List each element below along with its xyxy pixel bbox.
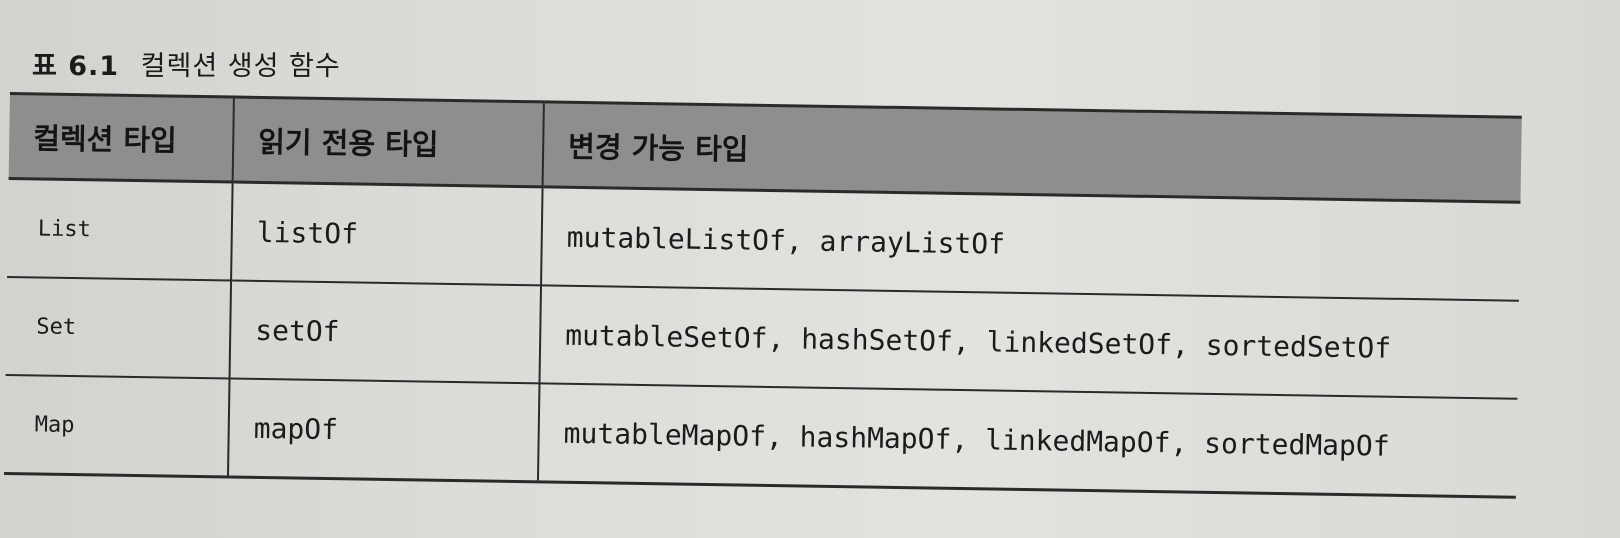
collection-functions-table: 컬렉션 타입 읽기 전용 타입 변경 가능 타입 List listOf mut… [4, 92, 1522, 499]
mutable-functions-cell: mutableSetOf, hashSetOf, linkedSetOf, so… [539, 285, 1519, 399]
read-only-function-cell: listOf [231, 182, 543, 286]
mutable-functions-cell: mutableListOf, arrayListOf [541, 186, 1521, 301]
read-only-function-cell: mapOf [227, 378, 540, 482]
collection-type-cell: List [7, 178, 233, 281]
collection-type-cell: Set [5, 276, 232, 379]
table-body: List listOf mutableListOf, arrayListOf S… [4, 178, 1521, 498]
table-caption: 표 6.1 컬렉션 생성 함수 [32, 44, 341, 83]
header-read-only-type: 읽기 전용 타입 [232, 97, 544, 187]
read-only-function-cell: setOf [229, 280, 542, 384]
header-mutable-type: 변경 가능 타입 [542, 101, 1522, 203]
table-title: 컬렉션 생성 함수 [140, 51, 341, 82]
header-collection-type: 컬렉션 타입 [8, 93, 234, 183]
book-page: 표 6.1 컬렉션 생성 함수 컬렉션 타입 읽기 전용 타입 변경 가능 타입… [0, 0, 1620, 538]
collection-type-cell: Map [4, 374, 230, 477]
table-number: 표 6.1 [32, 51, 120, 82]
collection-table-wrapper: 컬렉션 타입 읽기 전용 타입 변경 가능 타입 List listOf mut… [4, 92, 1522, 499]
mutable-functions-cell: mutableMapOf, hashMapOf, linkedMapOf, so… [537, 383, 1518, 498]
